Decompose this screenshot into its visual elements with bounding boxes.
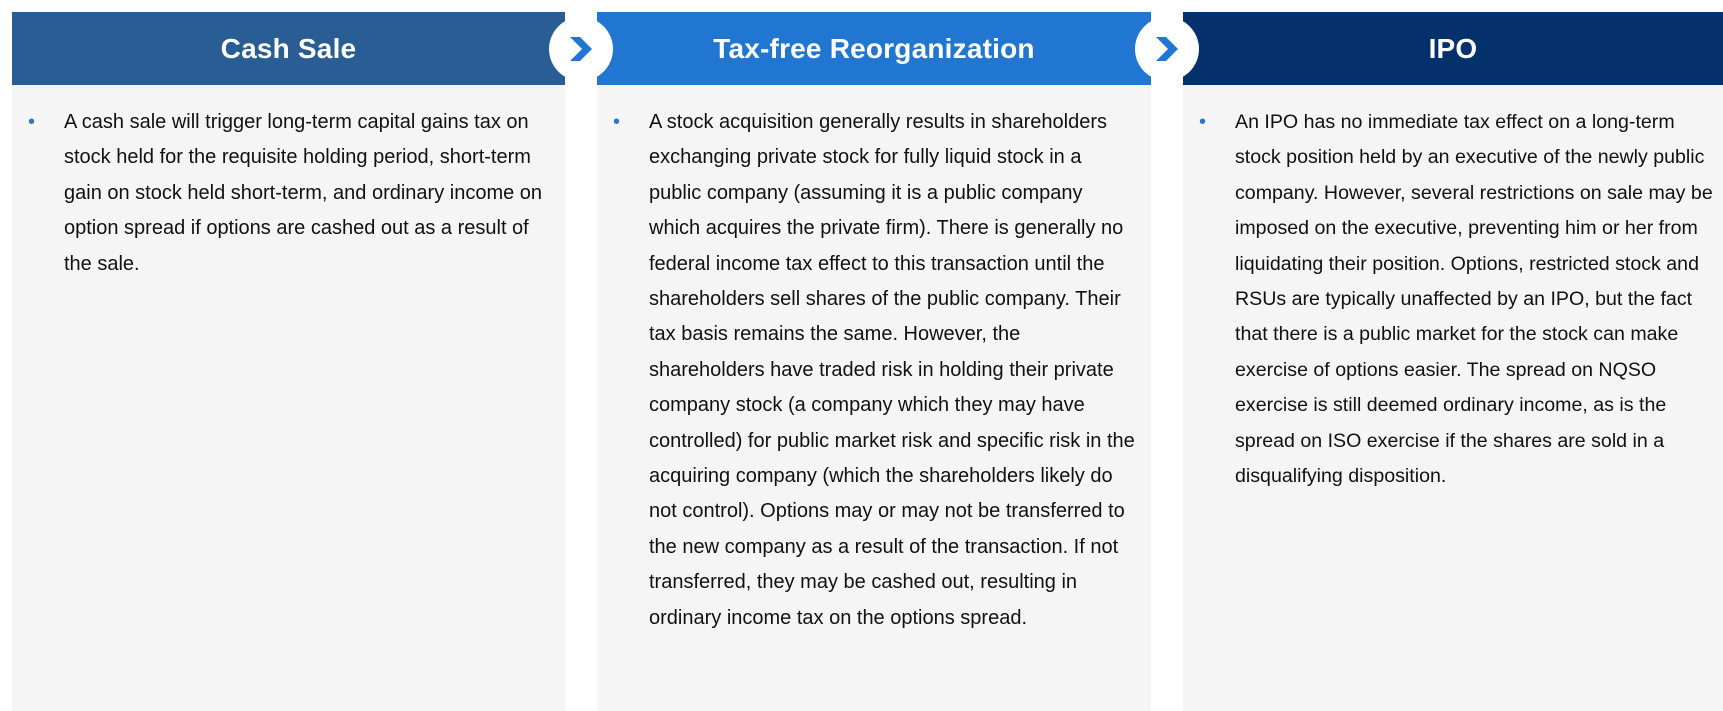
bullet-text: A cash sale will trigger long-term capit…: [64, 111, 543, 275]
bullet-text: A stock acquisition generally results in…: [649, 111, 1135, 629]
list-item: • An IPO has no immediate tax effect on …: [1199, 105, 1723, 494]
chevron-right-icon: [1135, 17, 1199, 81]
column-body: • An IPO has no immediate tax effect on …: [1183, 85, 1723, 494]
bullet-icon: •: [1199, 111, 1207, 133]
bullet-text: An IPO has no immediate tax effect on a …: [1235, 111, 1713, 488]
bullet-icon: •: [28, 111, 36, 133]
column-body: • A cash sale will trigger long-term cap…: [12, 85, 565, 282]
bullet-icon: •: [613, 111, 621, 133]
column-ipo: IPO • An IPO has no immediate tax effect…: [1183, 12, 1723, 711]
chevron-right-icon-shape: [1156, 37, 1178, 61]
chevron-right-icon: [549, 17, 613, 81]
chevron-right-icon-shape: [570, 37, 592, 61]
column-header-tax-free-reorganization: Tax-free Reorganization: [597, 12, 1151, 85]
list-item: • A stock acquisition generally results …: [613, 105, 1137, 636]
column-cash-sale: Cash Sale • A cash sale will trigger lon…: [12, 12, 565, 711]
column-header-ipo: IPO: [1183, 12, 1723, 85]
column-tax-free-reorganization: Tax-free Reorganization • A stock acquis…: [597, 12, 1151, 711]
list-item: • A cash sale will trigger long-term cap…: [28, 105, 551, 282]
column-header-cash-sale: Cash Sale: [12, 12, 565, 85]
column-body: • A stock acquisition generally results …: [597, 85, 1151, 636]
